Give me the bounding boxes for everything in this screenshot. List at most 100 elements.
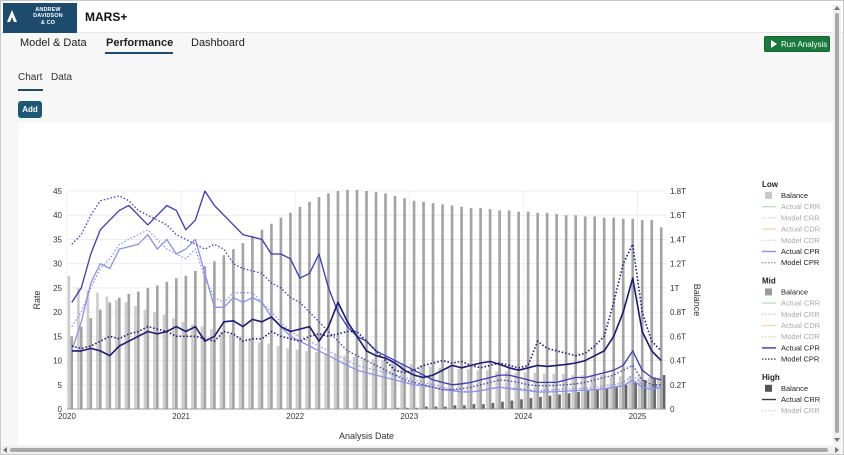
scroll-right-icon[interactable] xyxy=(835,447,839,453)
subtab-chart[interactable]: Chart xyxy=(18,72,42,83)
legend-entry[interactable]: Actual CPR xyxy=(762,247,820,256)
balance-bar xyxy=(362,358,365,409)
horizontal-scroll-thumb[interactable] xyxy=(10,448,828,452)
legend-entry[interactable]: Model CPR xyxy=(762,355,820,364)
legend-entry[interactable]: Actual CPR xyxy=(762,343,820,352)
balance-bar xyxy=(317,197,321,409)
nav-tab-dashboard[interactable]: Dashboard xyxy=(191,37,245,49)
active-tab-indicator xyxy=(105,52,173,54)
legend-entry[interactable]: Actual CDR xyxy=(762,321,821,330)
balance-bar xyxy=(453,405,457,409)
balance-bar xyxy=(495,371,499,409)
balance-bar xyxy=(393,195,397,409)
balance-bar xyxy=(374,192,378,409)
legend-label: Balance xyxy=(781,384,808,393)
y2-tick-label: 1.4T xyxy=(670,235,686,244)
y-tick-label: 45 xyxy=(53,187,62,196)
subtab-data[interactable]: Data xyxy=(51,72,72,83)
balance-bar xyxy=(609,376,613,409)
legend-entry[interactable]: Model CRR xyxy=(762,213,820,222)
y2-tick-label: 1.2T xyxy=(670,260,686,269)
balance-bar xyxy=(469,207,473,409)
balance-bar xyxy=(229,333,232,409)
run-analysis-button[interactable]: Run Analysis xyxy=(764,36,830,52)
balance-bar xyxy=(324,353,327,409)
legend-entry[interactable]: Actual CRR xyxy=(762,395,821,404)
balance-bar xyxy=(615,387,618,409)
legend-entry[interactable]: Actual CRR xyxy=(762,202,821,211)
y-tick-label: 10 xyxy=(53,357,62,366)
nav-tab-performance[interactable]: Performance xyxy=(106,37,173,49)
balance-bar xyxy=(295,349,299,409)
balance-bar xyxy=(232,249,235,409)
top-bar: ANDREW DAVIDSON & CO MARS+ xyxy=(1,1,843,33)
legend-label: Actual CRR xyxy=(781,202,821,211)
balance-bar xyxy=(583,216,587,409)
balance-bar xyxy=(647,377,651,409)
balance-bar xyxy=(539,396,542,409)
balance-bar xyxy=(514,372,518,409)
legend-entry[interactable]: Model CDR xyxy=(762,236,820,245)
balance-bar xyxy=(463,405,466,409)
balance-bar xyxy=(643,379,647,409)
balance-bar xyxy=(580,375,584,409)
y2-tick-label: 1.8T xyxy=(670,187,686,196)
legend-group-title: High xyxy=(762,373,780,382)
balance-bar xyxy=(555,214,558,409)
balance-bar xyxy=(657,377,660,409)
balance-bar xyxy=(428,366,432,409)
balance-bar xyxy=(181,321,185,409)
balance-bar xyxy=(203,266,207,409)
legend-entry[interactable]: Actual CDR xyxy=(762,225,821,234)
balance-bar xyxy=(184,275,188,409)
legend-swatch xyxy=(765,384,772,392)
app-title: MARS+ xyxy=(85,10,128,24)
balance-bar xyxy=(279,217,283,409)
legend-label: Balance xyxy=(781,191,808,200)
balance-bar xyxy=(619,376,622,409)
legend-entry[interactable]: Model CDR xyxy=(762,332,820,341)
balance-bar xyxy=(89,318,93,409)
balance-bar xyxy=(308,201,311,409)
scroll-left-icon[interactable] xyxy=(3,447,7,453)
legend-entry[interactable]: Model CPR xyxy=(762,258,820,267)
nav-tab-model-data[interactable]: Model & Data xyxy=(20,37,87,49)
legend-entry[interactable]: Balance xyxy=(765,287,808,296)
balance-bar xyxy=(365,191,368,409)
balance-bar xyxy=(536,212,539,409)
logo-mark-icon xyxy=(7,10,17,22)
scroll-up-icon[interactable] xyxy=(834,6,840,10)
legend-entry[interactable]: Model CRR xyxy=(762,310,820,319)
legend-label: Actual CRR xyxy=(781,395,821,404)
company-logo[interactable]: ANDREW DAVIDSON & CO xyxy=(3,3,77,33)
legend-label: Model CPR xyxy=(781,355,820,364)
balance-bar xyxy=(548,395,552,409)
balance-bar xyxy=(67,275,71,409)
balance-bar xyxy=(260,229,264,409)
balance-bar xyxy=(194,270,197,409)
legend-label: Actual CPR xyxy=(781,247,820,256)
horizontal-scrollbar[interactable] xyxy=(2,446,840,454)
balance-bar xyxy=(175,278,178,409)
performance-chart[interactable]: 05101520253035404500.2T0.4T0.6T0.8T1T1.2… xyxy=(18,123,834,445)
x-tick-label: 2021 xyxy=(172,412,190,421)
legend-entry[interactable]: Actual CRR xyxy=(762,299,821,308)
legend-entry[interactable]: Model CRR xyxy=(762,406,820,415)
balance-bar xyxy=(545,212,549,409)
add-button[interactable]: Add xyxy=(18,101,42,118)
balance-bar xyxy=(371,359,375,409)
balance-bar xyxy=(600,375,603,409)
balance-bar xyxy=(115,300,118,409)
balance-bar xyxy=(238,336,242,409)
scroll-down-icon[interactable] xyxy=(834,438,840,442)
balance-bar xyxy=(586,390,590,409)
vertical-scroll-thumb[interactable] xyxy=(835,13,839,433)
y-tick-label: 30 xyxy=(53,260,62,269)
legend-entry[interactable]: Balance xyxy=(765,191,808,200)
vertical-scrollbar[interactable] xyxy=(833,5,841,443)
balance-bar xyxy=(143,309,147,409)
balance-bar xyxy=(267,343,270,409)
balance-bar xyxy=(248,338,251,409)
legend-entry[interactable]: Balance xyxy=(765,384,808,393)
balance-bar xyxy=(558,394,561,409)
